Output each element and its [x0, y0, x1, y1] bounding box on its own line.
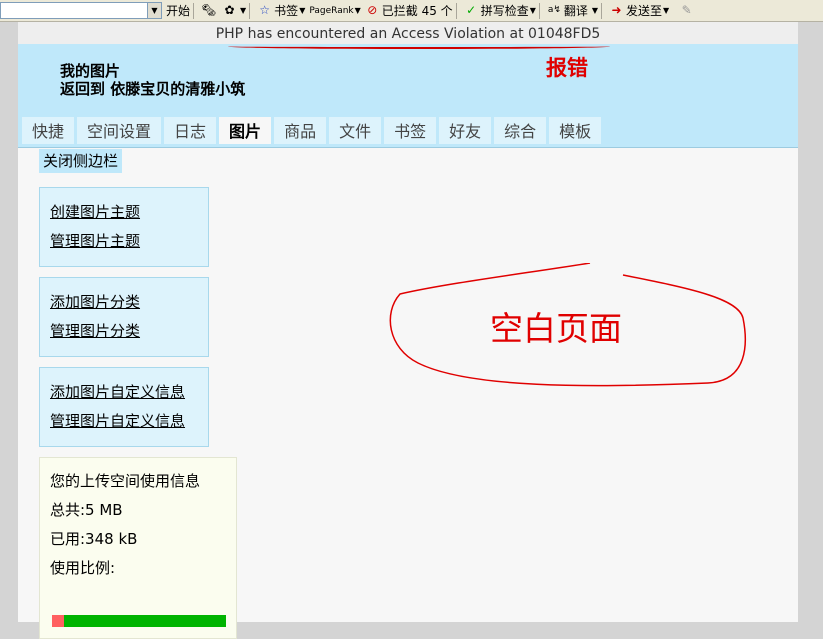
tab-general[interactable]: 综合	[494, 117, 547, 144]
usage-ratio-label: 使用比例:	[50, 559, 116, 577]
pencil-button[interactable]: ✎	[679, 1, 696, 20]
pagerank-label: PageRank	[309, 5, 354, 16]
translate-icon: a↯	[547, 5, 561, 15]
tab-space-settings[interactable]: 空间设置	[77, 117, 162, 144]
start-label: 开始	[166, 4, 191, 18]
spellcheck-icon: ✓	[466, 3, 477, 17]
puzzle-button[interactable]: ✿ ▼	[222, 1, 246, 20]
popup-blocked-count: 已拦截 45 个	[381, 4, 453, 18]
photo-topic-box: 创建图片主题 管理图片主题	[39, 187, 209, 267]
spellcheck-button[interactable]: ✓ 拼写检查 ▼	[464, 1, 536, 20]
star-icon: ☆	[259, 3, 271, 17]
error-annotation: 报错	[546, 56, 588, 80]
chevron-down-icon: ▼	[663, 6, 670, 15]
main-content: 关闭侧边栏 创建图片主题 管理图片主题 添加图片分类 管理图片分类 添加图片自定…	[18, 148, 798, 639]
chevron-down-icon: ▼	[354, 6, 361, 15]
upload-usage-box: 您的上传空间使用信息 总共:5 MB 已用:348 kB 使用比例:	[39, 457, 237, 639]
puzzle-icon: ✿	[224, 3, 235, 17]
send-to-button[interactable]: ➜ 发送至 ▼	[609, 1, 670, 20]
bookmarks-label: 书签	[274, 4, 299, 18]
tab-shortcuts[interactable]: 快捷	[22, 117, 75, 144]
chevron-down-icon: ▼	[529, 6, 536, 15]
manage-photo-custom-info-link[interactable]: 管理图片自定义信息	[50, 407, 208, 436]
chevron-down-icon: ▼	[240, 6, 247, 15]
usage-used: 已用:348 kB	[50, 530, 138, 548]
toolbar-separator	[601, 2, 603, 19]
tab-blog[interactable]: 日志	[164, 117, 217, 144]
send-to-label: 发送至	[626, 4, 663, 18]
toolbar-separator	[193, 2, 195, 19]
search-dropdown-button[interactable]: ▼	[148, 2, 162, 19]
toolbar-search-input[interactable]	[0, 2, 148, 19]
popup-blocker-button[interactable]: ⊘ 已拦截 45 个	[365, 1, 453, 20]
news-button[interactable]: 🗞	[201, 1, 218, 20]
send-icon: ➜	[611, 3, 622, 17]
toolbar-separator	[538, 2, 540, 19]
site-header: 我的图片 返回到 依滕宝贝的清雅小筑 快捷 空间设置 日志 图片 商品 文件 书…	[18, 44, 798, 148]
photo-category-box: 添加图片分类 管理图片分类	[39, 277, 209, 357]
manage-photo-category-link[interactable]: 管理图片分类	[50, 317, 208, 346]
chevron-down-icon: ▼	[591, 6, 599, 15]
start-button[interactable]: 开始	[166, 1, 190, 20]
news-icon: 🗞	[201, 3, 217, 17]
create-photo-topic-link[interactable]: 创建图片主题	[50, 198, 208, 227]
toolbar-separator	[249, 2, 251, 19]
translate-button[interactable]: a↯ 翻译 ▼	[547, 1, 598, 20]
tab-photos[interactable]: 图片	[219, 117, 272, 144]
bookmarks-button[interactable]: ☆ 书签 ▼	[257, 1, 305, 20]
add-photo-category-link[interactable]: 添加图片分类	[50, 288, 208, 317]
add-photo-custom-info-link[interactable]: 添加图片自定义信息	[50, 378, 208, 407]
pagerank-button[interactable]: PageRank ▼	[309, 1, 360, 20]
blank-page-annotation: 空白页面	[490, 309, 622, 348]
chevron-down-icon: ▼	[299, 6, 306, 15]
browser-toolbar: ▼ 开始 🗞 ✿ ▼ ☆ 书签 ▼ PageRank ▼ ⊘ 已拦截 45 个 ✓ 拼…	[0, 0, 823, 22]
manage-photo-topic-link[interactable]: 管理图片主题	[50, 227, 208, 256]
error-message: PHP has encountered an Access Violation …	[18, 22, 798, 44]
pencil-icon: ✎	[681, 3, 692, 17]
usage-title: 您的上传空间使用信息	[50, 472, 201, 490]
usage-bar	[52, 615, 226, 627]
tab-friends[interactable]: 好友	[439, 117, 492, 144]
nav-tabs: 快捷 空间设置 日志 图片 商品 文件 书签 好友 综合 模板	[22, 117, 604, 144]
usage-total: 总共:5 MB	[50, 501, 123, 519]
tab-templates[interactable]: 模板	[549, 117, 602, 144]
usage-bar-fill	[52, 615, 64, 627]
blocker-icon: ⊘	[367, 3, 378, 17]
translate-label: 翻译	[563, 4, 588, 18]
tab-bookmarks[interactable]: 书签	[384, 117, 437, 144]
close-sidebar-button[interactable]: 关闭侧边栏	[39, 149, 123, 173]
tab-files[interactable]: 文件	[329, 117, 382, 144]
toolbar-separator	[455, 2, 457, 19]
page-title: 我的图片	[60, 62, 121, 80]
photo-custom-info-box: 添加图片自定义信息 管理图片自定义信息	[39, 367, 209, 447]
spellcheck-label: 拼写检查	[480, 4, 529, 18]
tab-goods[interactable]: 商品	[274, 117, 327, 144]
error-underline-annotation	[228, 44, 610, 49]
back-to-home-link[interactable]: 返回到 依滕宝贝的清雅小筑	[60, 80, 245, 98]
